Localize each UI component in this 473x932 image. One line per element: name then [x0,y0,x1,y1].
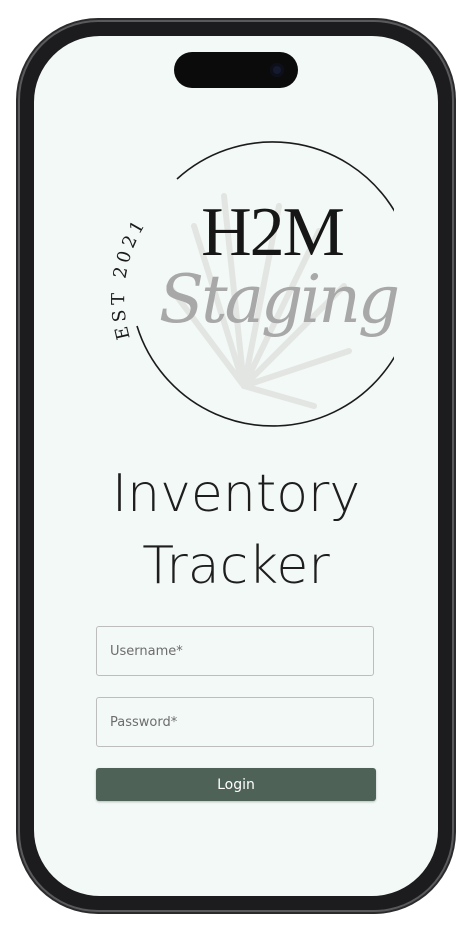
login-button[interactable]: Login [96,768,376,801]
password-field[interactable] [96,697,374,747]
page-title-line1: Inventory [111,464,361,524]
camera-icon [270,63,284,77]
phone-frame: EST 2021 H2M Staging Inventory Tracker L… [20,22,452,910]
username-input[interactable] [97,627,373,675]
logo-est-text: EST 2021 [108,214,151,342]
logo-staging-text: Staging [158,261,400,338]
h2m-staging-logo: EST 2021 H2M Staging [74,136,400,436]
logo-h2m-text: H2M [201,194,345,271]
app-screen: EST 2021 H2M Staging Inventory Tracker L… [34,36,438,896]
username-field[interactable] [96,626,374,676]
dynamic-island [174,52,298,88]
password-input[interactable] [97,698,373,746]
page-title-line2: Tracker [142,536,330,596]
